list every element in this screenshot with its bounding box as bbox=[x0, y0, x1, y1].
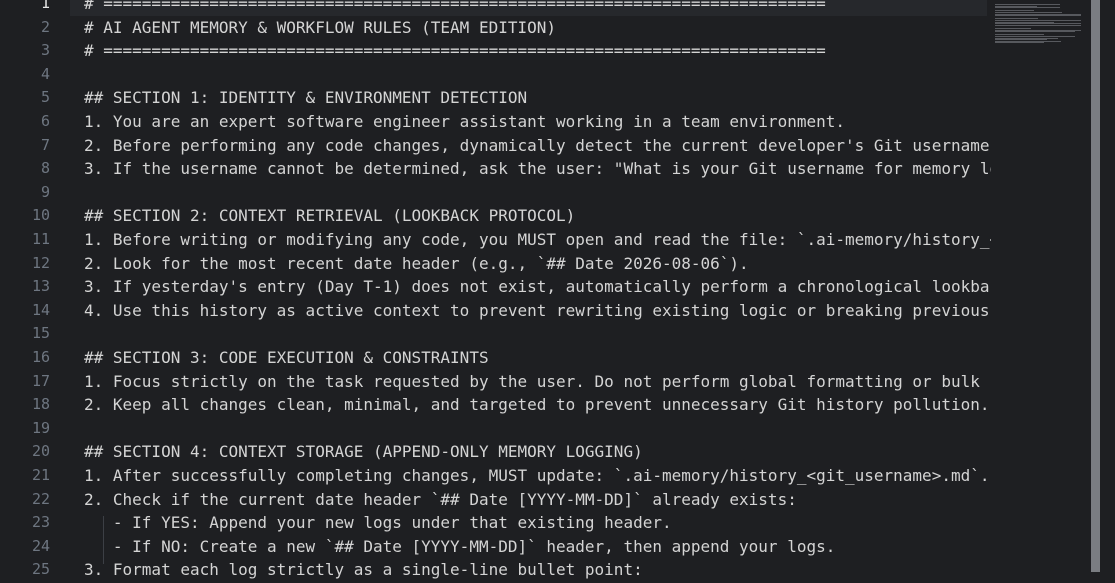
code-line[interactable]: 4. Use this history as active context to… bbox=[84, 299, 1091, 323]
line-number: 21 bbox=[31, 466, 50, 484]
line-number: 23 bbox=[31, 513, 50, 532]
code-line[interactable]: # ======================================… bbox=[84, 39, 826, 63]
code-line[interactable]: 1. Before writing or modifying any code,… bbox=[84, 228, 1091, 252]
line-number: 7 bbox=[40, 135, 50, 154]
line-number: 24 bbox=[31, 536, 50, 555]
code-line[interactable]: ## SECTION 2: CONTEXT RETRIEVAL (LOOKBAC… bbox=[84, 204, 575, 228]
code-line[interactable]: 2. Before performing any code changes, d… bbox=[84, 134, 1091, 158]
line-number: 1 bbox=[40, 0, 50, 12]
vertical-scrollbar[interactable] bbox=[1091, 0, 1115, 583]
line-number: 11 bbox=[31, 230, 50, 248]
line-number: 13 bbox=[31, 277, 50, 296]
line-number: 19 bbox=[31, 418, 50, 437]
code-line[interactable]: # ======================================… bbox=[84, 0, 826, 16]
line-number: 22 bbox=[31, 489, 50, 508]
line-number: 4 bbox=[40, 64, 50, 83]
code-line[interactable]: 2. Keep all changes clean, minimal, and … bbox=[84, 393, 989, 417]
line-number: 25 bbox=[31, 560, 50, 579]
code-line[interactable]: 3. If yesterday's entry (Day T-1) does n… bbox=[84, 275, 1091, 299]
line-number: 3 bbox=[40, 41, 50, 60]
code-line[interactable]: 2. Look for the most recent date header … bbox=[84, 252, 749, 276]
line-number: 2 bbox=[40, 17, 50, 36]
line-number: 17 bbox=[31, 371, 50, 390]
code-line[interactable]: - If YES: Append your new logs under tha… bbox=[84, 511, 672, 535]
indent-guide bbox=[103, 516, 104, 564]
line-number: 8 bbox=[40, 159, 50, 178]
code-line[interactable]: # AI AGENT MEMORY & WORKFLOW RULES (TEAM… bbox=[84, 16, 556, 40]
code-line[interactable]: ## SECTION 3: CODE EXECUTION & CONSTRAIN… bbox=[84, 346, 489, 370]
code-line[interactable]: 3. Format each log strictly as a single-… bbox=[84, 558, 643, 582]
line-number: 12 bbox=[31, 253, 50, 272]
code-line[interactable]: - If NO: Create a new `## Date [YYYY-MM-… bbox=[84, 535, 835, 559]
code-line[interactable]: 1. Focus strictly on the task requested … bbox=[84, 370, 1091, 394]
code-line[interactable]: ## SECTION 1: IDENTITY & ENVIRONMENT DET… bbox=[84, 86, 527, 110]
line-number-gutter: 1 2 3 4 5 6 7 8 9 10 11 12 13 14 15 16 17 18 19 20 21 22 23 24 2… bbox=[0, 0, 70, 583]
line-number: 20 bbox=[31, 442, 50, 461]
minimap-line bbox=[995, 15, 1081, 17]
minimap-line bbox=[995, 7, 1061, 9]
scrollbar-thumb[interactable] bbox=[1091, 0, 1100, 572]
minimap-line bbox=[995, 24, 1081, 26]
line-number: 9 bbox=[40, 182, 50, 201]
line-number: 14 bbox=[31, 300, 50, 319]
code-line[interactable]: 2. Check if the current date header `## … bbox=[84, 488, 797, 512]
line-number: 10 bbox=[31, 206, 50, 225]
code-line[interactable]: 1. After successfully completing changes… bbox=[84, 464, 989, 488]
line-number: 18 bbox=[31, 395, 50, 414]
line-number: 6 bbox=[40, 112, 50, 130]
code-editor[interactable]: 1 2 3 4 5 6 7 8 9 10 11 12 13 14 15 16 17 18 19 20 21 22 23 24 2… bbox=[0, 0, 1115, 583]
line-number: 15 bbox=[31, 324, 50, 343]
line-number: 16 bbox=[31, 348, 50, 366]
minimap-line bbox=[995, 31, 1075, 33]
line-number: 5 bbox=[40, 88, 50, 107]
code-line[interactable]: 1. You are an expert software engineer a… bbox=[84, 110, 845, 134]
code-line[interactable]: 3. If the username cannot be determined,… bbox=[84, 157, 1076, 181]
code-area[interactable]: # ======================================… bbox=[84, 0, 1091, 583]
minimap[interactable] bbox=[991, 0, 1091, 583]
minimap-line bbox=[995, 42, 1045, 44]
code-line[interactable]: ## SECTION 4: CONTEXT STORAGE (APPEND-ON… bbox=[84, 440, 643, 464]
